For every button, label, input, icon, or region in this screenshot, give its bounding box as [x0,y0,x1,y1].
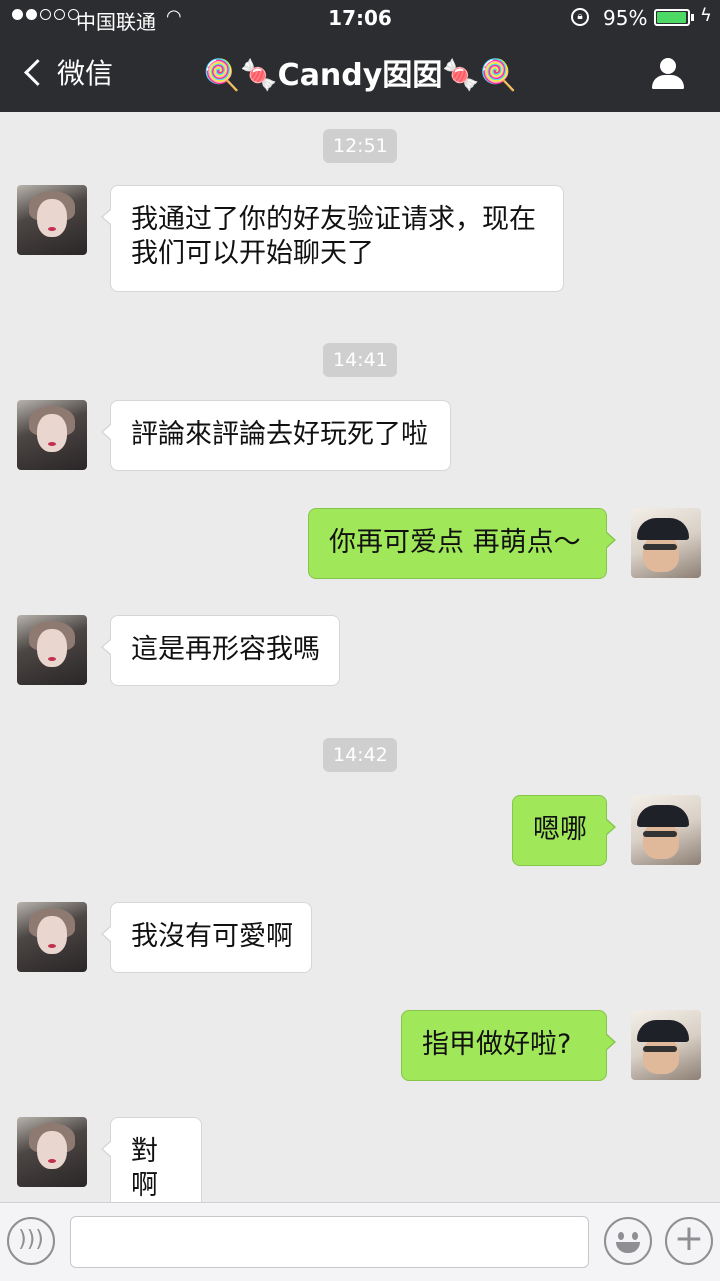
avatar-face [37,414,67,452]
contact-profile-icon[interactable] [652,58,684,90]
avatar-cap [637,805,689,827]
chat-title: 🍭🍬Candy囡囡🍬🍭 [202,58,518,93]
avatar-face [37,629,67,667]
outgoing-message-bubble[interactable]: 嗯哪 [512,795,616,866]
emoji-mouth [616,1242,640,1253]
input-bar: ))) + [0,1202,720,1281]
timestamp: 14:42 [323,738,397,772]
avatar-lips [48,227,56,231]
emoji-eye [618,1232,624,1240]
top-bar: 中国联通 ◠ 17:06 🔒︎ 95% ϟ 微信 🍭🍬Candy囡囡🍬🍭 [0,0,720,112]
plus-icon[interactable]: + [665,1217,713,1265]
timestamp: 14:41 [323,343,397,377]
charging-bolt-icon: ϟ [700,5,712,26]
avatar-glasses [643,544,677,550]
navigation-bar: 微信 🍭🍬Candy囡囡🍬🍭 [0,36,720,112]
avatar-face [37,199,67,237]
battery-fill [657,12,686,23]
contact-avatar[interactable] [17,615,87,685]
my-avatar[interactable] [631,795,701,865]
profile-body [652,75,684,89]
battery-icon [654,9,690,26]
avatar-cap [637,1020,689,1042]
avatar-face [643,536,679,572]
status-bar: 中国联通 ◠ 17:06 🔒︎ 95% ϟ [0,0,720,36]
avatar-face [37,1131,67,1169]
battery-tip [691,14,694,21]
avatar-glasses [643,831,677,837]
battery-percent: 95% [603,6,648,30]
incoming-message-bubble[interactable]: 我通过了你的好友验证请求，现在我们可以开始聊天了 [101,185,564,292]
my-avatar[interactable] [631,508,701,578]
avatar-cap [637,518,689,540]
avatar-lips [48,657,56,661]
contact-avatar[interactable] [17,1117,87,1187]
profile-head [660,58,676,74]
avatar-lips [48,442,56,446]
contact-avatar[interactable] [17,400,87,470]
emoji-eye [632,1232,638,1240]
voice-icon[interactable]: ))) [7,1217,55,1265]
emoji-icon[interactable] [604,1217,652,1265]
outgoing-message-bubble[interactable]: 指甲做好啦? [401,1010,616,1081]
incoming-message-bubble[interactable]: 評論來評論去好玩死了啦 [101,400,451,471]
avatar-face [643,823,679,859]
avatar-lips [48,1159,56,1163]
message-input[interactable] [70,1216,589,1268]
contact-avatar[interactable] [17,185,87,255]
outgoing-message-bubble[interactable]: 你再可爱点 再萌点～ [308,508,616,579]
avatar-lips [48,944,56,948]
timestamp: 12:51 [323,129,397,163]
incoming-message-bubble[interactable]: 我沒有可愛啊 [101,902,312,973]
lock-rotation-icon: 🔒︎ [571,8,589,26]
incoming-message-bubble[interactable]: 這是再形容我嗎 [101,615,340,686]
avatar-glasses [643,1046,677,1052]
contact-avatar[interactable] [17,902,87,972]
my-avatar[interactable] [631,1010,701,1080]
avatar-face [643,1038,679,1074]
avatar-face [37,916,67,954]
